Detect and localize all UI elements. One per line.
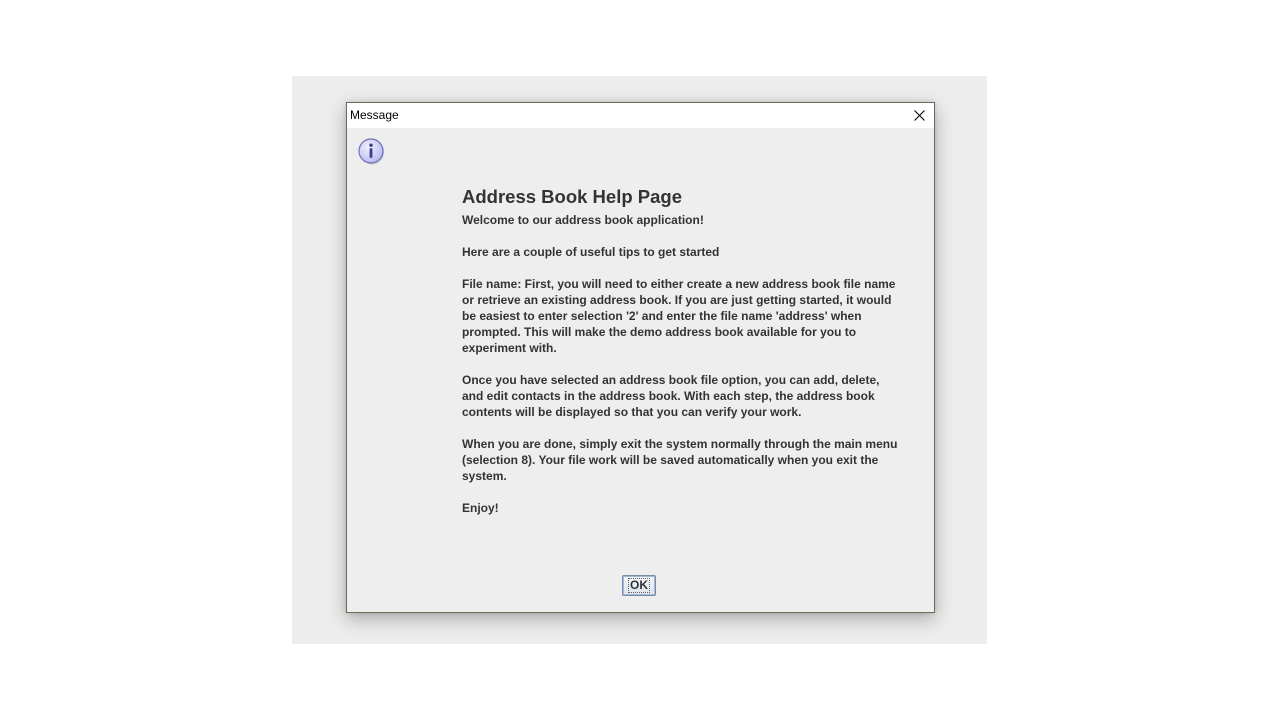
- dialog-titlebar[interactable]: Message: [347, 103, 934, 128]
- edit-contacts-tip-text: Once you have selected an address book f…: [462, 373, 880, 419]
- information-icon: [358, 138, 384, 165]
- file-name-tip-text: File name: First, you will need to eithe…: [462, 277, 896, 355]
- ok-button[interactable]: OK: [622, 575, 656, 596]
- closing-text: Enjoy!: [462, 501, 499, 515]
- close-button[interactable]: [904, 103, 934, 128]
- help-page-title: Address Book Help Page: [462, 186, 683, 207]
- ok-button-label: OK: [628, 578, 650, 593]
- message-dialog: Message Address Book Help Page Welcome t…: [346, 102, 935, 613]
- exit-tip-text: When you are done, simply exit the syste…: [462, 437, 898, 483]
- dialog-title: Message: [350, 108, 399, 122]
- close-icon: [914, 110, 925, 121]
- tips-intro-text: Here are a couple of useful tips to get …: [462, 245, 720, 259]
- help-content: Address Book Help Page Welcome to our ad…: [462, 186, 902, 532]
- welcome-text: Welcome to our address book application!: [462, 213, 704, 227]
